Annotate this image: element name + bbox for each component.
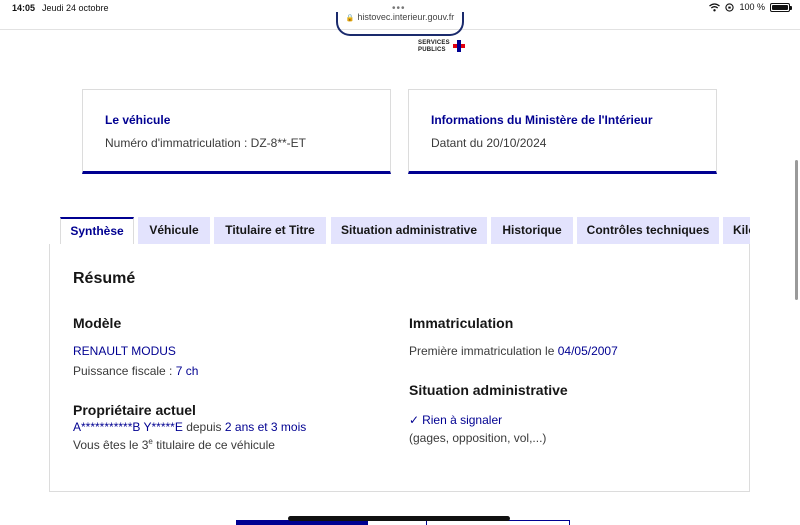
status-icons: 100 %: [709, 2, 792, 12]
orientation-lock-icon: [725, 2, 735, 12]
services-plus-icon: [453, 40, 465, 52]
tab-situation[interactable]: Situation administrative: [331, 217, 487, 245]
ministry-card: Informations du Ministère de l'Intérieur…: [408, 89, 717, 174]
model-heading: Modèle: [73, 315, 122, 331]
scrollbar[interactable]: [795, 160, 798, 300]
owner-line: A***********B Y*****E depuis 2 ans et 3 …: [73, 420, 307, 434]
admin-detail: (gages, opposition, vol,...): [409, 431, 547, 445]
data-date: Datant du 20/10/2024: [431, 136, 547, 150]
header-button-edge[interactable]: [336, 12, 464, 36]
home-indicator[interactable]: [288, 516, 510, 521]
owner-duration: 2 ans et 3 mois: [224, 420, 307, 434]
summary-panel: Résumé Modèle RENAULT MODUS Puissance fi…: [49, 244, 750, 492]
fiscal-power: Puissance fiscale : 7 ch: [73, 364, 199, 378]
first-registration-date: 04/05/2007: [557, 344, 618, 358]
tab-bar: Synthèse Véhicule Titulaire et Titre Sit…: [60, 217, 750, 245]
admin-status: ✓ Rien à signaler: [409, 413, 503, 427]
vehicle-card-title: Le véhicule: [105, 113, 171, 127]
battery-percent: 100 %: [739, 2, 765, 12]
owner-rank: Vous êtes le 3e titulaire de ce véhicule: [73, 437, 275, 452]
tab-synthese[interactable]: Synthèse: [60, 217, 134, 245]
owner-name: A***********B Y*****E: [73, 420, 183, 434]
admin-heading: Situation administrative: [409, 382, 568, 398]
ministry-card-title: Informations du Ministère de l'Intérieur: [431, 113, 653, 127]
tab-kilometrage[interactable]: Kilo: [723, 217, 750, 245]
registration-number: Numéro d'immatriculation : DZ-8**-ET: [105, 136, 307, 150]
registration-heading: Immatriculation: [409, 315, 514, 331]
tab-titulaire[interactable]: Titulaire et Titre: [214, 217, 326, 245]
summary-title: Résumé: [73, 270, 136, 287]
owner-heading: Propriétaire actuel: [73, 402, 196, 418]
battery-icon: [770, 2, 792, 12]
tab-vehicule[interactable]: Véhicule: [138, 217, 210, 245]
first-registration: Première immatriculation le 04/05/2007: [409, 344, 618, 358]
tab-controles[interactable]: Contrôles techniques: [577, 217, 719, 245]
check-icon: ✓: [409, 413, 420, 427]
model-name: RENAULT MODUS: [73, 344, 176, 358]
services-publics-logo: SERVICES PUBLICS: [418, 40, 450, 53]
fiscal-power-value: 7 ch: [175, 364, 199, 378]
wifi-icon: [709, 2, 721, 11]
tab-historique[interactable]: Historique: [491, 217, 573, 245]
vehicle-card: Le véhicule Numéro d'immatriculation : D…: [82, 89, 391, 174]
